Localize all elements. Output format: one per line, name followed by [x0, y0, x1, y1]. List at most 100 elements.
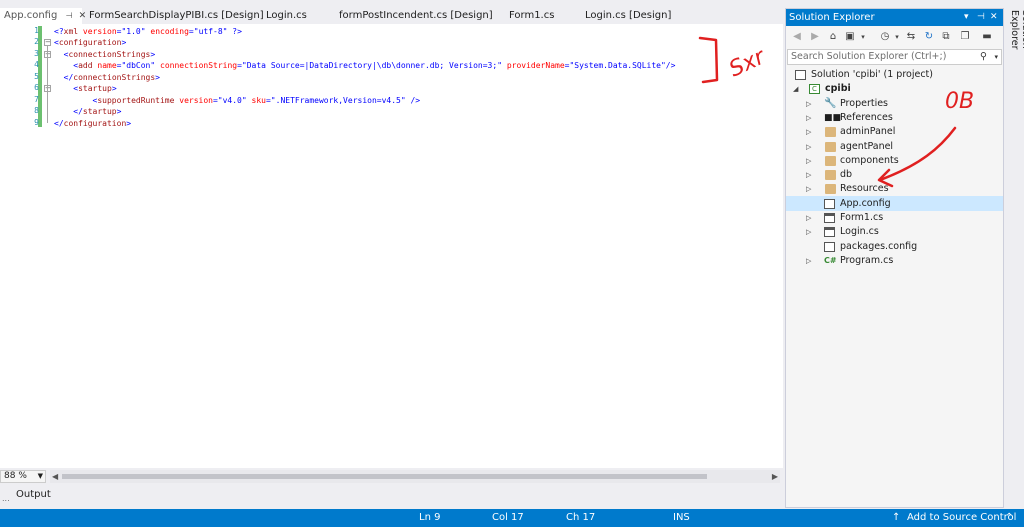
line-number: 8	[34, 106, 39, 115]
code-editor[interactable]: 1 2 3 4 5 6 7 8 9 − − − <?xml version="1…	[0, 26, 783, 468]
switch-views-icon[interactable]: ▣	[843, 30, 857, 44]
scroll-left-icon[interactable]: ◀	[52, 470, 58, 483]
collapsed-triangle-icon[interactable]: ▷	[806, 154, 811, 168]
tree-item-agentpanel[interactable]: ▷ agentPanel	[806, 140, 1002, 154]
config-file-icon	[824, 242, 835, 252]
refresh-icon[interactable]: ↻	[922, 30, 936, 44]
tree-item-packages-config[interactable]: packages.config	[806, 240, 1002, 254]
tab-label: FormSearchDisplayPIBI.cs [Design]	[89, 10, 264, 21]
tree-item-references[interactable]: ▷ ■■ References	[806, 111, 1002, 125]
show-all-files-icon[interactable]: ❐	[958, 30, 972, 44]
tab-formpostincendent-design[interactable]: formPostIncendent.cs [Design]	[339, 8, 509, 24]
collapsed-triangle-icon[interactable]: ▷	[806, 168, 811, 182]
chevron-down-icon[interactable]: ▾	[890, 30, 904, 44]
folder-icon	[825, 142, 836, 152]
collapsed-triangle-icon[interactable]: ▷	[806, 111, 811, 125]
collapse-configuration-icon[interactable]: −	[44, 39, 51, 46]
code-line-1: <?xml version="1.0" encoding="utf-8" ?>	[54, 27, 242, 36]
tree-item-properties[interactable]: ▷ 🔧 Properties	[806, 97, 1002, 111]
back-icon[interactable]: ◀	[790, 30, 804, 44]
chevron-down-icon[interactable]: ▾	[856, 30, 870, 44]
tab-login-cs[interactable]: Login.cs	[266, 8, 339, 24]
search-solution-explorer-input[interactable]: Search Solution Explorer (Ctrl+;) ⚲ ▾	[787, 49, 1002, 65]
collapsed-triangle-icon[interactable]: ▷	[806, 140, 811, 154]
tab-output[interactable]: Output	[16, 489, 51, 500]
tree-item-db[interactable]: ▷ db	[806, 168, 1002, 182]
tree-label: agentPanel	[840, 141, 894, 152]
tree-label: adminPanel	[840, 126, 896, 137]
line-number: 4	[34, 60, 39, 69]
tree-label: App.config	[840, 198, 891, 209]
tree-label: components	[840, 155, 899, 166]
status-char: Ch 17	[566, 512, 596, 523]
config-file-icon	[824, 199, 835, 209]
folder-icon	[825, 156, 836, 166]
tree-item-login-cs[interactable]: ▷ Login.cs	[806, 225, 1002, 239]
tree-label: Form1.cs	[840, 212, 884, 223]
tree-solution[interactable]: Solution 'cpibi' (1 project)	[795, 68, 1003, 82]
code-line-7: <supportedRuntime version="v4.0" sku=".N…	[92, 96, 421, 105]
tree-project-cpibi[interactable]: ◢ C cpibi	[792, 82, 1002, 96]
tree-item-resources[interactable]: ▷ Resources	[806, 182, 1002, 196]
collapsed-triangle-icon[interactable]: ▷	[806, 97, 811, 111]
tree-item-form1-cs[interactable]: ▷ Form1.cs	[806, 211, 1002, 225]
panel-overflow-icon[interactable]: ...	[2, 494, 10, 503]
tab-form1-cs[interactable]: Form1.cs	[509, 8, 585, 24]
csharp-project-icon: C	[809, 84, 820, 94]
collapsed-triangle-icon[interactable]: ▷	[806, 254, 811, 268]
tab-app-config[interactable]: App.config ⊣ ✕	[0, 8, 86, 24]
line-number: 5	[34, 72, 39, 81]
tab-login-cs-design[interactable]: Login.cs [Design]	[585, 8, 705, 24]
collapsed-triangle-icon[interactable]: ▷	[806, 211, 811, 225]
pin-icon[interactable]: ⊣	[977, 9, 985, 26]
tree-item-adminpanel[interactable]: ▷ adminPanel	[806, 125, 1002, 139]
expanded-triangle-icon[interactable]: ◢	[793, 82, 798, 96]
chevron-down-icon[interactable]: ▾	[994, 50, 998, 64]
tree-label: packages.config	[840, 241, 918, 252]
line-number: 2	[34, 37, 39, 46]
tree-label: Properties	[840, 98, 889, 109]
close-icon[interactable]: ✕	[990, 9, 998, 26]
collapsed-triangle-icon[interactable]: ▷	[806, 182, 811, 196]
forward-icon[interactable]: ▶	[808, 30, 822, 44]
status-bar: Ln 9 Col 17 Ch 17 INS ↑ Add to Source Co…	[0, 509, 1024, 527]
tree-item-app-config[interactable]: App.config	[806, 197, 1002, 211]
folder-icon	[825, 170, 836, 180]
tree-item-components[interactable]: ▷ components	[806, 154, 1002, 168]
tree-item-program-cs[interactable]: ▷ C# Program.cs	[806, 254, 1002, 268]
code-line-3: <connectionStrings>	[63, 50, 156, 59]
properties-icon[interactable]: ▬	[980, 30, 994, 44]
scroll-right-icon[interactable]: ▶	[772, 470, 778, 483]
add-to-source-control-button[interactable]: Add to Source Control	[907, 509, 1016, 527]
home-icon[interactable]: ⌂	[826, 30, 840, 44]
window-position-dropdown-icon[interactable]: ▾	[964, 9, 969, 26]
pin-icon[interactable]: ⊣	[66, 11, 73, 20]
form-file-icon	[824, 213, 835, 223]
solution-explorer-toolbar: ◀ ▶ ⌂ ▣ ▾ ◷ ▾ ⇆ ↻ ⧉ ❐ ▬	[786, 27, 1003, 47]
outline-guide	[47, 46, 48, 123]
collapsed-triangle-icon[interactable]: ▷	[806, 125, 811, 139]
tree-label: Login.cs	[840, 226, 879, 237]
tree-label: References	[840, 112, 893, 123]
collapse-all-icon[interactable]: ⧉	[939, 30, 953, 44]
chevron-up-icon[interactable]: ⌃	[1005, 509, 1013, 527]
wrench-icon: 🔧	[824, 98, 837, 109]
tab-formsearchdisplaypibi-design[interactable]: FormSearchDisplayPIBI.cs [Design]	[82, 8, 266, 24]
scrollbar-thumb[interactable]	[62, 474, 707, 479]
sync-icon[interactable]: ⇆	[904, 30, 918, 44]
search-placeholder: Search Solution Explorer (Ctrl+;)	[791, 51, 947, 62]
search-icon[interactable]: ⚲	[980, 50, 987, 64]
zoom-dropdown[interactable]: 88 % ▼	[0, 470, 46, 483]
side-tab-label: Solution Explorer	[1009, 10, 1024, 50]
tree-label: Resources	[840, 183, 889, 194]
tab-label: App.config	[4, 10, 58, 21]
editor-tab-strip: App.config ⊣ ✕ FormSearchDisplayPIBI.cs …	[0, 8, 782, 24]
collapsed-triangle-icon[interactable]: ▷	[806, 225, 811, 239]
solution-explorer-side-tab[interactable]: Solution Explorer	[1005, 8, 1024, 88]
tab-label: formPostIncendent.cs [Design]	[339, 10, 493, 21]
horizontal-scrollbar[interactable]: ◀ ▶	[50, 470, 780, 483]
form-file-icon	[824, 227, 835, 237]
zoom-value: 88 %	[4, 471, 27, 481]
code-line-6: <startup>	[73, 84, 117, 93]
source-control-up-icon[interactable]: ↑	[892, 509, 900, 527]
